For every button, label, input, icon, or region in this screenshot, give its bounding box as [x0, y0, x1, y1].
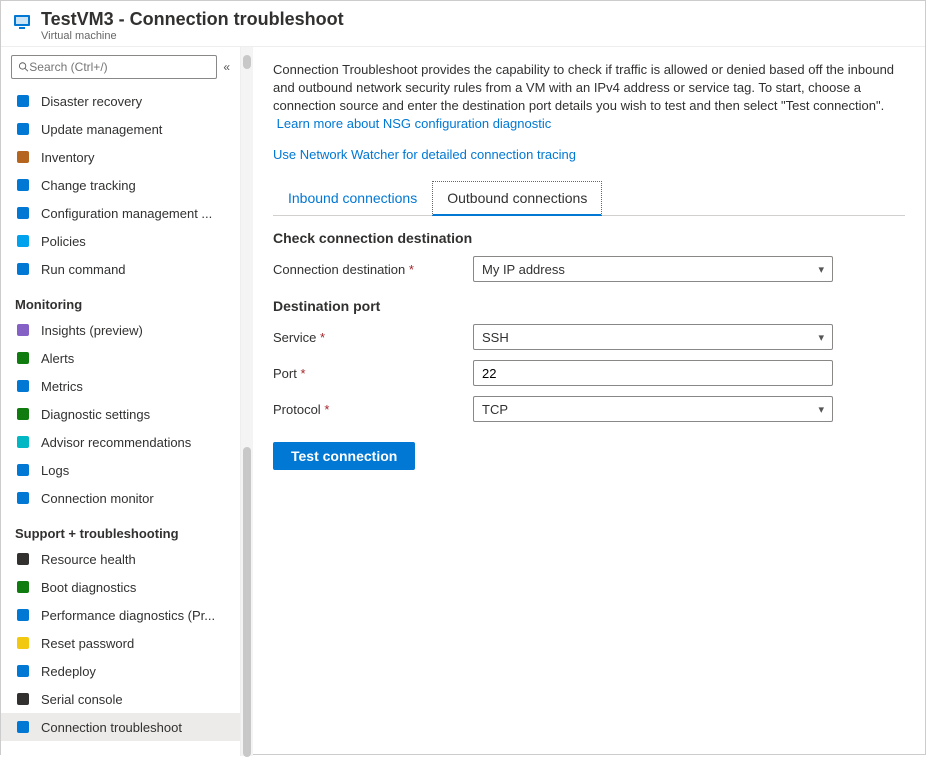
sidebar-item-serial-console[interactable]: Serial console	[1, 685, 240, 713]
nav-item-icon	[15, 350, 31, 366]
search-input[interactable]	[11, 55, 217, 79]
sidebar-item-connection-monitor[interactable]: Connection monitor	[1, 484, 240, 512]
sidebar-item-resource-health[interactable]: Resource health	[1, 545, 240, 573]
nav-item-icon	[15, 378, 31, 394]
sidebar-item-label: Advisor recommendations	[41, 435, 191, 450]
sidebar-item-configuration-management[interactable]: Configuration management ...	[1, 199, 240, 227]
sidebar-item-label: Insights (preview)	[41, 323, 143, 338]
nav-item-icon	[15, 233, 31, 249]
learn-more-link[interactable]: Learn more about NSG configuration diagn…	[277, 116, 552, 131]
sidebar-item-alerts[interactable]: Alerts	[1, 344, 240, 372]
nav-item-icon	[15, 177, 31, 193]
sidebar-item-run-command[interactable]: Run command	[1, 255, 240, 283]
sidebar-item-label: Inventory	[41, 150, 94, 165]
sidebar-item-label: Resource health	[41, 552, 136, 567]
sidebar-item-label: Metrics	[41, 379, 83, 394]
network-watcher-link[interactable]: Use Network Watcher for detailed connect…	[273, 147, 576, 162]
sidebar-item-redeploy[interactable]: Redeploy	[1, 657, 240, 685]
sidebar-item-change-tracking[interactable]: Change tracking	[1, 171, 240, 199]
sidebar-item-label: Configuration management ...	[41, 206, 212, 221]
sidebar-item-label: Connection troubleshoot	[41, 720, 182, 735]
sidebar-item-disaster-recovery[interactable]: Disaster recovery	[1, 87, 240, 115]
collapse-sidebar-chevron-icon[interactable]: «	[223, 60, 230, 74]
sidebar-item-label: Change tracking	[41, 178, 136, 193]
sidebar-item-label: Alerts	[41, 351, 74, 366]
nav-item-icon	[15, 149, 31, 165]
sidebar-item-diagnostic-settings[interactable]: Diagnostic settings	[1, 400, 240, 428]
sidebar-item-label: Redeploy	[41, 664, 96, 679]
nav-item-icon	[15, 607, 31, 623]
nav-item-icon	[15, 719, 31, 735]
sidebar-item-metrics[interactable]: Metrics	[1, 372, 240, 400]
port-label: Port *	[273, 366, 473, 381]
nav-item-icon	[15, 551, 31, 567]
port-input[interactable]	[473, 360, 833, 386]
nav-item-icon	[15, 93, 31, 109]
sidebar-nav: Disaster recovery Update management Invent…	[1, 87, 240, 756]
page-subtitle: Virtual machine	[41, 30, 344, 42]
nav-item-icon	[15, 663, 31, 679]
sidebar-item-label: Logs	[41, 463, 69, 478]
connection-destination-label: Connection destination *	[273, 262, 473, 277]
main-content: Connection Troubleshoot provides the cap…	[253, 47, 925, 756]
sidebar-item-label: Reset password	[41, 636, 134, 651]
nav-item-icon	[15, 406, 31, 422]
sidebar-item-connection-troubleshoot[interactable]: Connection troubleshoot	[1, 713, 240, 741]
nav-item-icon	[15, 434, 31, 450]
connection-tabs: Inbound connections Outbound connections	[273, 180, 905, 216]
nav-item-icon	[15, 205, 31, 221]
vm-icon	[13, 13, 31, 31]
service-label: Service *	[273, 330, 473, 345]
sidebar-item-label: Connection monitor	[41, 491, 154, 506]
sidebar-item-policies[interactable]: Policies	[1, 227, 240, 255]
protocol-label: Protocol *	[273, 402, 473, 417]
sidebar-item-reset-password[interactable]: Reset password	[1, 629, 240, 657]
protocol-select[interactable]: TCP ▾	[473, 396, 833, 422]
sidebar-item-label: Policies	[41, 234, 86, 249]
service-select[interactable]: SSH ▾	[473, 324, 833, 350]
nav-item-icon	[15, 261, 31, 277]
search-icon	[18, 61, 29, 73]
nav-item-icon	[15, 490, 31, 506]
sidebar: « Disaster recovery Update management Inve…	[1, 47, 241, 756]
test-connection-button[interactable]: Test connection	[273, 442, 415, 470]
page-title: TestVM3 - Connection troubleshoot	[41, 9, 344, 30]
sidebar-scrollbar[interactable]	[241, 47, 253, 756]
destination-port-heading: Destination port	[273, 298, 905, 314]
chevron-down-icon: ▾	[818, 331, 824, 344]
sidebar-item-label: Performance diagnostics (Pr...	[41, 608, 215, 623]
nav-item-icon	[15, 691, 31, 707]
nav-item-icon	[15, 635, 31, 651]
chevron-down-icon: ▾	[818, 403, 824, 416]
nav-item-icon	[15, 121, 31, 137]
tab-outbound[interactable]: Outbound connections	[432, 181, 602, 216]
sidebar-item-label: Serial console	[41, 692, 123, 707]
sidebar-item-label: Disaster recovery	[41, 94, 142, 109]
search-field[interactable]	[29, 60, 210, 74]
sidebar-item-insights[interactable]: Insights (preview)	[1, 316, 240, 344]
sidebar-item-label: Diagnostic settings	[41, 407, 150, 422]
sidebar-section-heading: Support + troubleshooting	[1, 512, 240, 545]
nav-item-icon	[15, 579, 31, 595]
nav-item-icon	[15, 462, 31, 478]
description-text: Connection Troubleshoot provides the cap…	[273, 61, 905, 133]
sidebar-item-boot-diagnostics[interactable]: Boot diagnostics	[1, 573, 240, 601]
sidebar-item-update-management[interactable]: Update management	[1, 115, 240, 143]
sidebar-item-inventory[interactable]: Inventory	[1, 143, 240, 171]
blade-header: TestVM3 - Connection troubleshoot Virtua…	[1, 1, 925, 47]
sidebar-item-label: Run command	[41, 262, 126, 277]
sidebar-item-advisor[interactable]: Advisor recommendations	[1, 428, 240, 456]
sidebar-item-label: Update management	[41, 122, 162, 137]
sidebar-item-label: Boot diagnostics	[41, 580, 136, 595]
sidebar-item-performance-diagnostics[interactable]: Performance diagnostics (Pr...	[1, 601, 240, 629]
tab-inbound[interactable]: Inbound connections	[273, 181, 432, 216]
chevron-down-icon: ▾	[818, 263, 824, 276]
sidebar-section-heading: Monitoring	[1, 283, 240, 316]
sidebar-item-logs[interactable]: Logs	[1, 456, 240, 484]
connection-destination-select[interactable]: My IP address ▾	[473, 256, 833, 282]
check-destination-heading: Check connection destination	[273, 230, 905, 246]
nav-item-icon	[15, 322, 31, 338]
